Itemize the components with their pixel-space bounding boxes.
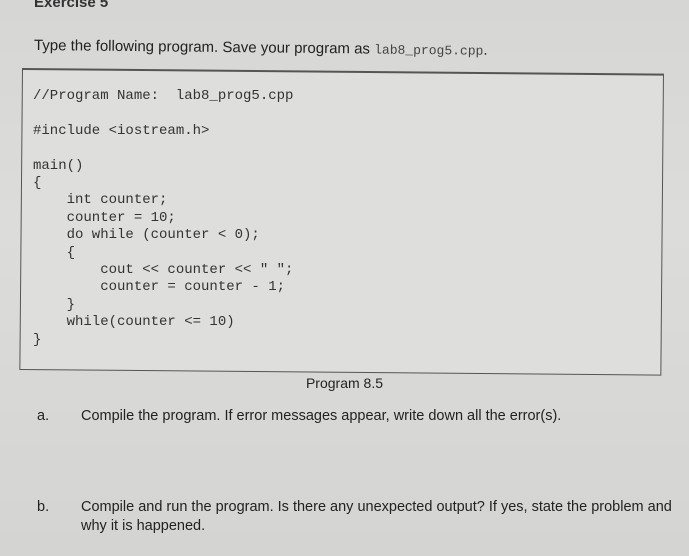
- code-line: counter = counter - 1;: [33, 279, 286, 296]
- question-b-label: b.: [37, 499, 50, 515]
- instruction-text: Type the following program. Save your pr…: [34, 37, 488, 59]
- code-line: {: [33, 244, 76, 261]
- code-line: }: [33, 296, 76, 313]
- code-line: #include <iostream.h>: [33, 122, 210, 139]
- code-listing: //Program Name: lab8_prog5.cpp #include …: [33, 88, 293, 349]
- code-line: //Program Name: lab8_prog5.cpp: [33, 88, 294, 104]
- code-line: while(counter <= 10): [33, 314, 235, 331]
- filename: lab8_prog5.cpp: [374, 42, 484, 59]
- question-b-text: Compile and run the program. Is there an…: [81, 499, 672, 534]
- code-line: cout << counter << " ";: [33, 262, 294, 279]
- code-line: main(): [33, 157, 84, 174]
- code-line: do while (counter < 0);: [33, 227, 260, 244]
- code-line: int counter;: [33, 192, 168, 209]
- instruction-body: Type the following program. Save your pr…: [33, 37, 375, 58]
- program-caption: Program 8.5: [305, 375, 384, 391]
- code-line: counter = 10;: [33, 209, 176, 226]
- instruction-end: .: [483, 41, 488, 59]
- exercise-heading: Exercise 5: [34, 0, 109, 11]
- question-a-text: Compile the program. If error messages a…: [81, 408, 562, 424]
- question-a-label: a.: [37, 408, 50, 424]
- code-line: {: [33, 175, 42, 192]
- code-line: }: [33, 331, 42, 348]
